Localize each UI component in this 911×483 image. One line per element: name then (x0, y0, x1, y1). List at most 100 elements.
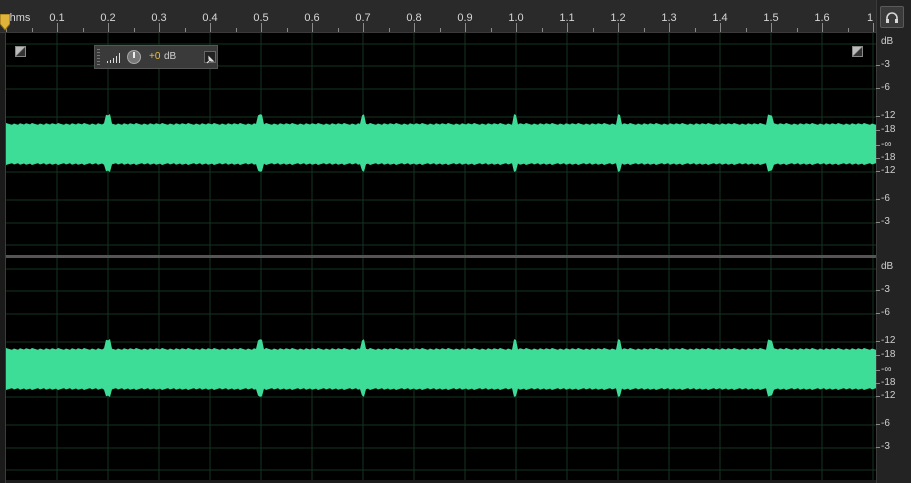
db-scale-label: -12 (881, 165, 896, 176)
ruler-tick-label: 1.5 (763, 12, 779, 24)
playhead-icon[interactable] (0, 14, 10, 32)
ruler-tick (516, 23, 517, 32)
ruler-tick-label: 1.1 (559, 12, 575, 24)
ruler-tick-label: 1.4 (712, 12, 728, 24)
ruler-tick-label: 0.3 (151, 12, 167, 24)
db-scale-tick (876, 355, 880, 356)
ruler-tick-label: 1.6 (814, 12, 830, 24)
db-scale-tick (876, 130, 880, 131)
ruler-tick (159, 23, 160, 32)
db-scale-label: -18 (881, 152, 896, 163)
db-scale-label: -3 (881, 59, 890, 70)
db-scale-tick (876, 199, 880, 200)
amplitude-hud[interactable]: +0 dB (94, 45, 218, 69)
ruler-tick-label: 0.5 (253, 12, 269, 24)
ruler-tick-label: 0.6 (304, 12, 320, 24)
headphone-button[interactable] (880, 6, 904, 28)
db-scale-tick (876, 341, 880, 342)
gain-value[interactable]: +0 (149, 51, 160, 62)
db-scale-label: -6 (881, 418, 890, 429)
ruler-unit-label: hms (9, 12, 31, 24)
ruler-tick (465, 23, 466, 32)
ruler-tick (337, 28, 339, 32)
db-scale-tick (876, 145, 880, 146)
ruler-tick (796, 28, 798, 32)
db-scale-tick (876, 383, 880, 384)
ruler-tick (847, 28, 849, 32)
db-scale-tick (876, 65, 880, 66)
ruler-tick (31, 28, 33, 32)
db-scale-tick (876, 116, 880, 117)
ruler-tick (567, 23, 568, 32)
ruler-tick (133, 28, 135, 32)
ruler-tick (286, 28, 288, 32)
db-scale-gutter (876, 0, 911, 483)
hud-grip-icon[interactable] (97, 49, 100, 65)
level-meter-icon (107, 53, 120, 63)
ruler-tick (363, 23, 364, 32)
ruler-tick-label: 1 (866, 12, 874, 24)
pin-icon (206, 55, 215, 64)
ruler-tick-label: 0.9 (457, 12, 473, 24)
ruler-tick (82, 28, 84, 32)
db-scale-label: dB (881, 36, 894, 47)
ruler-tick-label: 0.1 (49, 12, 65, 24)
ruler-tick (822, 23, 823, 32)
waveform-channel-right[interactable] (6, 258, 876, 480)
ruler-tick (108, 23, 109, 32)
db-scale-label: -∞ (881, 364, 892, 375)
ruler-tick (771, 23, 772, 32)
db-scale-tick (876, 158, 880, 159)
db-scale-label: -3 (881, 284, 890, 295)
pin-button[interactable] (204, 51, 216, 64)
db-scale-tick (876, 447, 880, 448)
db-scale-label: -6 (881, 193, 890, 204)
db-scale-tick (876, 370, 880, 371)
db-scale-label: -6 (881, 307, 890, 318)
db-scale-label: -3 (881, 216, 890, 227)
db-scale-tick (876, 313, 880, 314)
ruler-tick-label: 0.7 (355, 12, 371, 24)
expand-corner-left-icon[interactable] (15, 46, 26, 57)
ruler-tick (490, 28, 492, 32)
ruler-tick (541, 28, 543, 32)
db-scale-label: -6 (881, 82, 890, 93)
db-scale-tick (876, 424, 880, 425)
ruler-tick (235, 28, 237, 32)
ruler-tick (57, 23, 58, 32)
db-scale-tick (876, 290, 880, 291)
waveform[interactable] (6, 114, 876, 172)
ruler-tick (618, 23, 619, 32)
ruler-tick (439, 28, 441, 32)
ruler-tick (592, 28, 594, 32)
db-scale-label: -12 (881, 110, 896, 121)
db-scale-tick (876, 171, 880, 172)
db-scale-label: -18 (881, 124, 896, 135)
ruler-tick (414, 23, 415, 32)
db-scale-label: dB (881, 261, 894, 272)
ruler-tick (745, 28, 747, 32)
ruler-tick (210, 23, 211, 32)
expand-corner-right-icon[interactable] (852, 46, 863, 57)
db-scale-label: -∞ (881, 139, 892, 150)
ruler-tick (261, 23, 262, 32)
ruler-tick (388, 28, 390, 32)
ruler-tick (720, 23, 721, 32)
ruler-tick-label: 0.2 (100, 12, 116, 24)
db-scale-label: -18 (881, 349, 896, 360)
ruler-tick-label: 1.2 (610, 12, 626, 24)
waveform[interactable] (6, 339, 876, 397)
gain-knob[interactable] (127, 50, 141, 64)
ruler-tick (873, 23, 874, 32)
db-scale-label: -18 (881, 377, 896, 388)
ruler-tick (312, 23, 313, 32)
headphone-icon (886, 11, 898, 23)
db-scale-label: -12 (881, 390, 896, 401)
time-ruler[interactable]: hms 0.1 0.2 0.3 0.4 0.5 0.6 0.7 0.8 0.9 1.0 1.1 1.2… (0, 0, 876, 33)
ruler-tick-label: 1.0 (508, 12, 524, 24)
ruler-tick-label: 0.4 (202, 12, 218, 24)
db-scale-label: -3 (881, 441, 890, 452)
ruler-tick (643, 28, 645, 32)
db-scale-tick (876, 396, 880, 397)
ruler-tick (694, 28, 696, 32)
